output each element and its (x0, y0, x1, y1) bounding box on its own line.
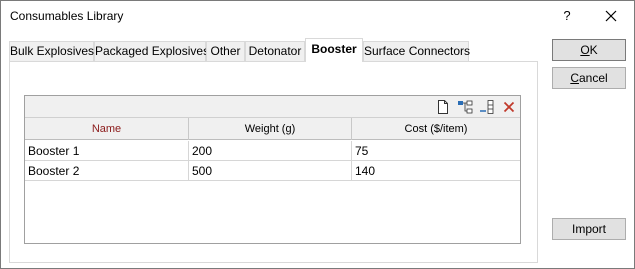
grid-header: Name Weight (g) Cost ($/item) (25, 118, 520, 140)
close-button[interactable] (594, 4, 628, 28)
window-title: Consumables Library (10, 9, 124, 23)
booster-grid: Name Weight (g) Cost ($/item) Booster 1 … (24, 95, 521, 244)
cell-name[interactable]: Booster 2 (25, 161, 189, 181)
cell-cost[interactable]: 75 (352, 141, 520, 161)
title-bar: Consumables Library ? (1, 1, 634, 31)
tab-surface-connectors[interactable]: Surface Connectors (363, 41, 470, 61)
grid-toolbar (25, 96, 520, 118)
column-header-weight[interactable]: Weight (g) (189, 118, 352, 140)
tab-bulk-explosives[interactable]: Bulk Explosives (9, 41, 94, 61)
tab-booster[interactable]: Booster (305, 38, 363, 62)
tab-detonator[interactable]: Detonator (245, 41, 305, 61)
column-icon[interactable] (479, 99, 495, 115)
import-button[interactable]: Import (552, 218, 626, 240)
cell-weight[interactable]: 200 (189, 141, 352, 161)
help-button[interactable]: ? (550, 4, 584, 28)
dialog-window: Consumables Library ? Bulk Explosives Pa… (0, 0, 635, 269)
cancel-mnemonic: C (570, 71, 579, 85)
tree-icon[interactable] (457, 99, 473, 115)
close-icon (605, 10, 617, 22)
tab-other[interactable]: Other (206, 41, 245, 61)
cell-weight[interactable]: 500 (189, 161, 352, 181)
column-header-name[interactable]: Name (25, 118, 189, 140)
delete-icon[interactable] (501, 99, 517, 115)
ok-button[interactable]: OK (552, 39, 626, 61)
column-header-cost[interactable]: Cost ($/item) (352, 118, 520, 140)
table-row[interactable]: Booster 2 500 140 (25, 161, 520, 181)
cell-name[interactable]: Booster 1 (25, 141, 189, 161)
cell-cost[interactable]: 140 (352, 161, 520, 181)
cancel-label: ancel (578, 71, 608, 85)
ok-label: K (589, 43, 598, 57)
cancel-button[interactable]: Cancel (552, 67, 626, 89)
table-row[interactable]: Booster 1 200 75 (25, 141, 520, 161)
tab-packaged-explosives[interactable]: Packaged Explosives (94, 41, 209, 61)
ok-mnemonic: O (580, 43, 590, 57)
new-icon[interactable] (435, 99, 451, 115)
